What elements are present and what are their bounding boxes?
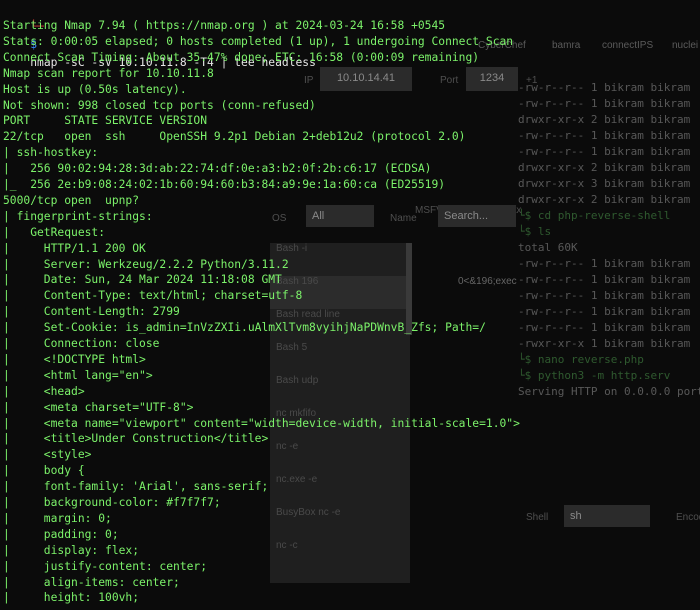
command-prompt[interactable]: └─ $ nmap -sC -sV 10.10.11.8 -T4 | tee h… (3, 0, 316, 69)
terminal-output-line: | ssh-hostkey: (3, 146, 99, 160)
terminal-output-line: Stats: 0:00:05 elapsed; 0 hosts complete… (3, 34, 514, 48)
terminal-output-line: | fingerprint-strings: (3, 209, 153, 223)
terminal-output-line: | <html lang="en"> (3, 368, 153, 382)
terminal-output-line: Nmap scan report for 10.10.11.8 (3, 66, 214, 80)
terminal-output-line: | HTTP/1.1 200 OK (3, 241, 146, 255)
terminal-output-line: | Connection: close (3, 337, 160, 350)
terminal-output-line: | <head> (3, 384, 85, 398)
terminal-output-line: | <style> (3, 448, 92, 462)
terminal-output-line: PORT STATE SERVICE VERSION (3, 114, 208, 128)
terminal-output-line: | Date: Sun, 24 Mar 2024 11:18:08 GMT (3, 273, 282, 287)
terminal-output-line: | Content-Length: 2799 (3, 305, 180, 319)
terminal-output-line: | margin: 0; (3, 511, 112, 525)
terminal-output-line: Host is up (0.50s latency). (3, 82, 187, 96)
terminal-output-line: | 256 90:02:94:28:3d:ab:22:74:df:0e:a3:b… (3, 162, 432, 176)
terminal-output-line: Connect Scan Timing: About 35.47% done; … (3, 50, 480, 64)
terminal-window[interactable]: └─ $ nmap -sC -sV 10.10.11.8 -T4 | tee h… (0, 0, 700, 610)
terminal-output-line: | align-items: center; (3, 575, 180, 589)
terminal-output-line: | Server: Werkzeug/2.2.2 Python/3.11.2 (3, 257, 289, 271)
terminal-output-line: |_ 256 2e:b9:08:24:02:1b:60:94:60:b3:84:… (3, 178, 446, 191)
terminal-output-line: Starting Nmap 7.94 ( https://nmap.org ) … (3, 19, 446, 32)
terminal-output-line: Not shown: 998 closed tcp ports (conn-re… (3, 98, 316, 112)
terminal-output-line: | padding: 0; (3, 527, 119, 541)
terminal-output-line: | <meta name="viewport" content="width=d… (3, 416, 520, 430)
terminal-output-line: 22/tcp open ssh OpenSSH 9.2p1 Debian 2+d… (3, 130, 466, 144)
terminal-output-line: | justify-content: center; (3, 559, 208, 573)
terminal-output-line: | font-family: 'Arial', sans-serif; (3, 480, 269, 494)
terminal-output-line: | height: 100vh; (3, 591, 140, 605)
terminal-output-line: | <title>Under Construction</title> (3, 432, 269, 446)
terminal-output-line: | display: flex; (3, 543, 140, 557)
terminal-output-line: | background-color: #f7f7f7; (3, 496, 221, 509)
terminal-output-line: | <!DOCTYPE html> (3, 352, 146, 366)
terminal-output-line: | body { (3, 464, 85, 478)
terminal-output-line: | GetRequest: (3, 225, 106, 239)
terminal-output-line: | Set-Cookie: is_admin=InVzZXIi.uAlmXlTv… (3, 321, 486, 335)
terminal-output-line: | <meta charset="UTF-8"> (3, 400, 194, 414)
terminal-output-line: | Content-Type: text/html; charset=utf-8 (3, 289, 303, 303)
terminal-output-line: 5000/tcp open upnp? (3, 193, 140, 207)
